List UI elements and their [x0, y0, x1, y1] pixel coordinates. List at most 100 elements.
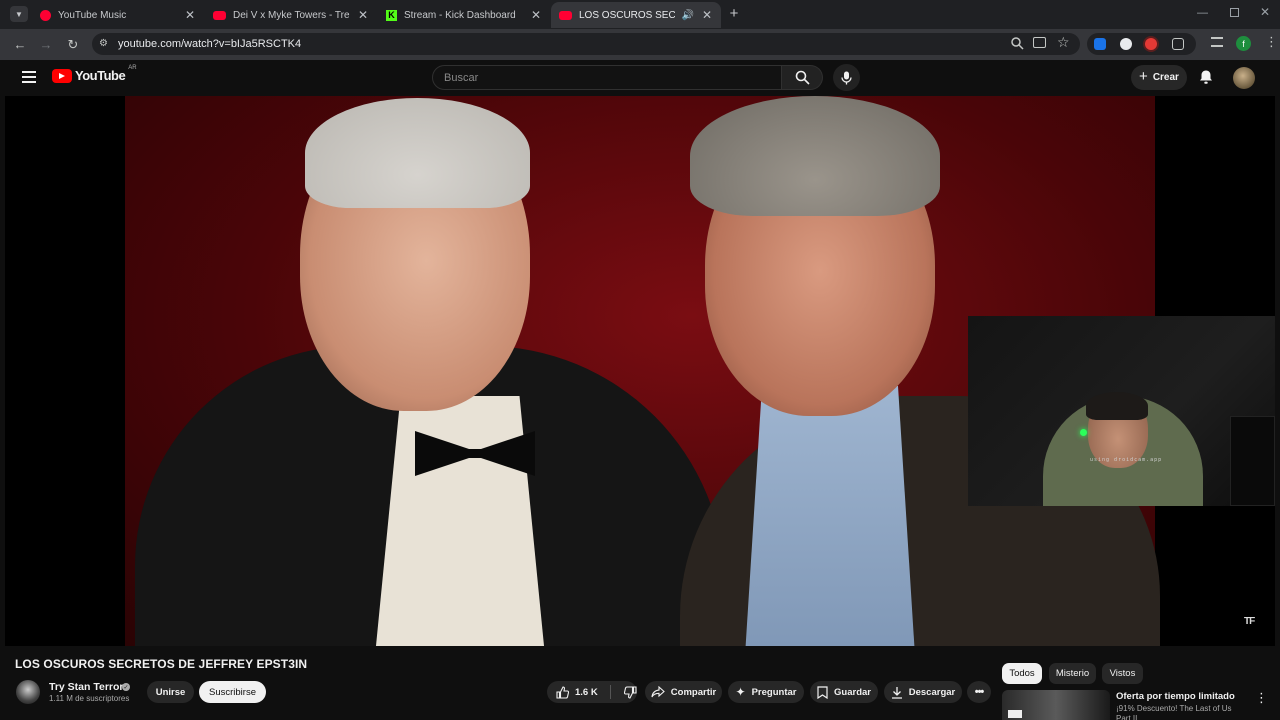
hamburger-menu-icon[interactable]: [22, 71, 36, 83]
voice-search-button[interactable]: [833, 64, 860, 91]
tab-title: YouTube Music: [58, 9, 127, 21]
close-tab-icon[interactable]: ✕: [701, 8, 713, 22]
tab-title: Stream - Kick Dashboard: [404, 9, 516, 21]
more-horizontal-icon: •••: [974, 686, 985, 698]
channel-avatar[interactable]: [16, 680, 40, 704]
share-arrow-icon: [651, 686, 665, 698]
new-tab-button[interactable]: +: [726, 5, 742, 23]
ask-label: Preguntar: [751, 686, 797, 698]
url-text[interactable]: youtube.com/watch?v=bIJa5RSCTK4: [118, 38, 301, 50]
like-divider: [609, 685, 611, 699]
tab-kick-dashboard[interactable]: K Stream - Kick Dashboard ✕: [378, 2, 550, 28]
download-label: Descargar: [908, 686, 956, 698]
search-input[interactable]: Buscar: [432, 65, 782, 90]
monitor-shape: [1230, 416, 1275, 506]
channel-name[interactable]: Try Stan Terror: [49, 681, 124, 693]
more-actions-button[interactable]: •••: [967, 681, 991, 703]
close-window-button[interactable]: ✕: [1260, 5, 1270, 19]
ad-subtitle: ¡91% Descuento! The Last of Us Part II: [1116, 704, 1232, 720]
subscriber-count: 1.11 M de suscriptores: [49, 694, 130, 703]
chevron-down-icon: ▼: [15, 9, 23, 19]
tab-title: LOS OSCUROS SECRETOS D: [579, 9, 675, 21]
browser-menu-icon[interactable]: ⋮: [1265, 34, 1278, 50]
speaker-icon[interactable]: 🔊: [682, 10, 694, 21]
search-icon: [795, 70, 810, 85]
site-settings-icon[interactable]: ⚙: [99, 38, 108, 49]
share-button[interactable]: Compartir: [645, 681, 722, 703]
youtube-music-favicon-icon: [40, 9, 51, 21]
bookmark-icon: [817, 685, 828, 699]
maximize-button[interactable]: [1230, 8, 1239, 17]
bookmark-star-icon[interactable]: ☆: [1057, 34, 1070, 51]
close-tab-icon[interactable]: ✕: [184, 8, 196, 22]
microphone-icon: [841, 71, 852, 84]
sparkle-icon: ✦: [735, 685, 746, 699]
extension-record-icon[interactable]: [1145, 38, 1157, 50]
thumbs-down-icon: [623, 685, 637, 699]
youtube-favicon-icon: [559, 10, 572, 20]
youtube-logo-text: YouTube: [75, 68, 126, 83]
save-button[interactable]: Guardar: [810, 681, 878, 703]
reading-list-icon[interactable]: [1211, 37, 1223, 47]
webcam-caption: using droidcam.app: [1090, 457, 1163, 463]
headphones-light-icon: [1080, 429, 1087, 436]
reload-icon[interactable]: ↻: [62, 29, 84, 60]
plus-icon: +: [1139, 68, 1148, 85]
search-button[interactable]: [782, 65, 823, 90]
close-tab-icon[interactable]: ✕: [530, 8, 542, 22]
channel-watermark-badge[interactable]: TF: [1244, 616, 1255, 627]
extension-blue-icon[interactable]: [1094, 38, 1106, 50]
subscribe-button[interactable]: Suscribirse: [199, 681, 266, 703]
ad-thumbnail[interactable]: [1002, 690, 1110, 720]
download-button[interactable]: Descargar: [884, 681, 962, 703]
ad-thumbnail-logo: [1008, 710, 1022, 718]
youtube-play-icon: [52, 68, 72, 83]
thumbs-up-icon: [556, 685, 569, 699]
tab-los-oscuros-secretos[interactable]: LOS OSCUROS SECRETOS D 🔊 ✕: [551, 2, 721, 28]
right-hair: [690, 96, 940, 216]
install-app-icon[interactable]: [1033, 37, 1046, 48]
like-count: 1.6 K: [575, 686, 598, 698]
youtube-favicon-icon: [213, 10, 226, 20]
extensions-group: [1087, 33, 1196, 55]
browser-tab-strip: ▼ YouTube Music ✕ Dei V x Myke Towers - …: [0, 0, 1280, 29]
back-arrow-icon[interactable]: ←: [9, 29, 31, 60]
save-label: Guardar: [834, 686, 871, 698]
ad-menu-icon[interactable]: ⋮: [1255, 690, 1268, 706]
tab-title: Dei V x Myke Towers - Trending: [233, 9, 350, 21]
create-button[interactable]: + Crear: [1131, 65, 1187, 90]
ad-title[interactable]: Oferta por tiempo limitado: [1116, 691, 1251, 702]
right-shirt: [745, 386, 915, 646]
notifications-bell-icon[interactable]: [1199, 69, 1213, 85]
video-player[interactable]: using droidcam.app TF: [5, 96, 1275, 646]
extensions-puzzle-icon[interactable]: [1172, 38, 1184, 50]
create-label: Crear: [1152, 72, 1179, 83]
tab-search-button[interactable]: ▼: [10, 6, 28, 22]
left-hair: [305, 98, 530, 208]
share-label: Compartir: [670, 686, 717, 698]
kick-favicon-icon: K: [386, 9, 397, 21]
close-tab-icon[interactable]: ✕: [357, 8, 369, 22]
dislike-button[interactable]: [623, 685, 637, 699]
left-shirt: [375, 396, 545, 646]
download-icon: [891, 686, 902, 699]
ask-button[interactable]: ✦ Preguntar: [728, 681, 804, 703]
streamer-webcam-overlay: using droidcam.app: [968, 316, 1275, 506]
extension-moon-icon[interactable]: [1120, 38, 1132, 50]
profile-avatar[interactable]: f: [1236, 36, 1251, 51]
tab-youtube-music[interactable]: YouTube Music ✕: [32, 2, 204, 28]
filter-chip-misterio[interactable]: Misterio: [1049, 663, 1096, 684]
tab-dei-v-myke-towers[interactable]: Dei V x Myke Towers - Trending ✕: [205, 2, 377, 28]
like-button[interactable]: 1.6 K: [556, 685, 598, 699]
video-title: LOS OSCUROS SECRETOS DE JEFFREY EPST3IN: [15, 657, 308, 671]
forward-arrow-icon[interactable]: →: [35, 29, 57, 60]
region-code: AR: [128, 65, 137, 71]
zoom-icon[interactable]: [1010, 36, 1024, 50]
minimize-button[interactable]: —: [1197, 7, 1211, 19]
youtube-logo[interactable]: YouTube AR: [52, 65, 137, 83]
filter-chip-vistos[interactable]: Vistos: [1102, 663, 1143, 684]
account-avatar[interactable]: [1233, 67, 1255, 89]
join-button[interactable]: Unirse: [147, 681, 194, 703]
verified-check-icon: ✓: [122, 683, 130, 691]
filter-chip-todos[interactable]: Todos: [1002, 663, 1042, 684]
